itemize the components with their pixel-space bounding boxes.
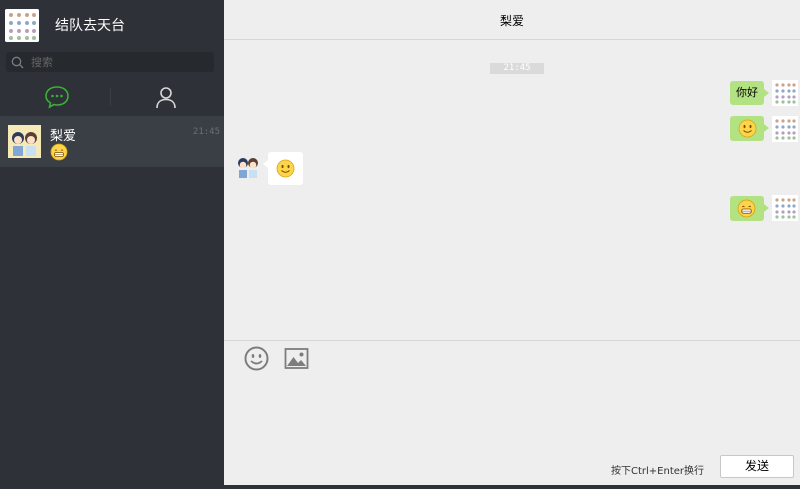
message-bubble[interactable] [263,152,303,185]
self-avatar[interactable] [772,195,798,221]
self-avatar[interactable] [772,116,798,142]
message-input[interactable] [239,377,789,447]
person-icon [156,87,176,109]
send-hint: 按下Ctrl+Enter换行 [611,466,705,477]
send-button[interactable]: 发送 [720,455,794,478]
message-bubble[interactable] [730,116,769,141]
sidebar: 结队去天台 搜索 梨爱 21:45 [0,0,224,489]
chat-bubble-icon [45,86,69,109]
chat-header: 梨爱 [224,0,800,40]
chat-title: 梨爱 [499,14,524,28]
tab-contacts[interactable] [152,84,180,110]
conversation-item[interactable]: 梨爱 21:45 [0,116,224,167]
grinning-face-emoji [50,143,68,161]
window-bottom-edge [224,485,800,489]
contact-name: 梨爱 [50,129,77,144]
contact-avatar [8,125,41,158]
sidebar-tabs [0,80,224,114]
self-avatar[interactable] [772,80,798,106]
contact-avatar[interactable] [235,153,261,179]
search-icon [11,56,24,69]
image-icon[interactable] [284,347,309,370]
smiley-face-emoji [738,119,757,138]
message-composer: 按下Ctrl+Enter换行 发送 [224,340,800,489]
search-input[interactable] [31,52,211,72]
time-divider: 21:45 [490,63,544,74]
message-bubble[interactable]: 你好 [730,81,769,105]
smiley-icon[interactable] [244,346,269,371]
user-name: 结队去天台 [55,18,125,34]
message-bubble[interactable] [730,196,769,221]
search-box [6,52,214,72]
tab-chats[interactable] [43,84,71,110]
smiley-face-emoji [276,159,295,178]
tab-divider [110,88,111,106]
grinning-face-emoji [737,199,756,218]
chat-panel: 梨爱 21:45 你好 按下Ctrl+Enter换行 发送 [224,0,800,489]
profile-header: 结队去天台 [0,0,224,50]
conversation-time: 21:45 [192,127,220,137]
message-list: 21:45 你好 [224,41,800,341]
message-text: 你好 [736,86,758,99]
user-avatar[interactable] [5,9,39,42]
